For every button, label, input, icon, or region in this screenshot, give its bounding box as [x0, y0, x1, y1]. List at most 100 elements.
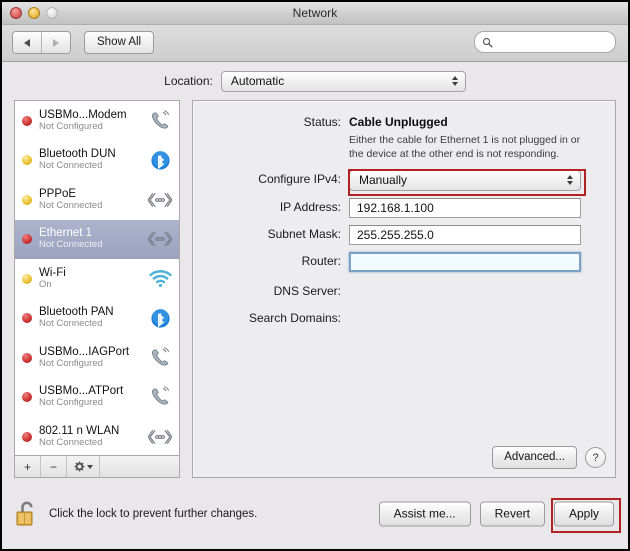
subnet-mask-row: Subnet Mask: 255.255.255.0 [193, 224, 601, 245]
sidebar-item-pppoe[interactable]: PPPoE Not Connected [15, 180, 179, 220]
status-dot-red [22, 392, 32, 403]
sidebar-item-text: USBMo...IAGPort Not Configured [39, 346, 145, 370]
chevron-updown-icon [567, 175, 573, 186]
router-row: Router: [193, 251, 601, 272]
sidebar-item-wi-fi[interactable]: Wi-Fi On [15, 259, 179, 299]
wifi-icon [147, 267, 173, 291]
service-actions-button[interactable] [67, 456, 100, 477]
chevron-updown-icon [451, 76, 458, 86]
zoom-button-icon[interactable] [46, 7, 58, 19]
sidebar-item-label: Bluetooth DUN [39, 148, 116, 161]
sidebar-item-bluetooth-pan[interactable]: Bluetooth PAN Not Connected [15, 299, 179, 339]
revert-button[interactable]: Revert [479, 501, 545, 526]
location-row: Location: Automatic [2, 62, 628, 100]
forward-button[interactable] [41, 32, 70, 53]
ethernet-icon [147, 227, 173, 251]
status-label: Status: [303, 115, 341, 129]
subnet-mask-value: 255.255.255.0 [357, 227, 434, 242]
ip-address-row: IP Address: 192.168.1.100 [193, 197, 601, 218]
search-domains-row: Search Domains: [193, 309, 601, 328]
sidebar-item-ethernet-1[interactable]: Ethernet 1 Not Connected [15, 219, 179, 259]
sidebar-item-status: Not Connected [39, 161, 103, 172]
status-value: Cable Unplugged [349, 115, 448, 129]
sidebar-item-status: Not Connected [39, 319, 103, 330]
sidebar-item-usbmo-iagport[interactable]: USBMo...IAGPort Not Configured [15, 338, 179, 378]
ip-address-field[interactable]: 192.168.1.100 [349, 197, 581, 218]
sidebar-item-label: PPPoE [39, 187, 77, 200]
sidebar-item-text: PPPoE Not Connected [39, 188, 145, 212]
gear-icon [74, 461, 84, 472]
show-all-button[interactable]: Show All [84, 31, 155, 54]
add-service-button[interactable]: + [15, 456, 41, 477]
status-dot-yellow [22, 155, 32, 166]
unlocked-padlock-icon[interactable] [14, 499, 40, 529]
router-field[interactable] [349, 251, 581, 272]
service-detail-pane: Status: Cable Unplugged Either the cable… [192, 100, 616, 478]
sidebar: USBMo...Modem Not Configured Bluetooth DUN… [14, 100, 180, 478]
footer: Click the lock to prevent further change… [2, 478, 628, 549]
location-popup-button[interactable]: Automatic [220, 70, 466, 92]
sidebar-item-802-11-n-wlan[interactable]: 802.11 n WLAN Not Connected [15, 417, 179, 455]
ip-address-label: IP Address: [279, 199, 341, 214]
network-service-list[interactable]: USBMo...Modem Not Configured Bluetooth DUN… [14, 100, 180, 455]
router-label: Router: [301, 253, 341, 268]
modem-phone-icon [147, 385, 173, 409]
sidebar-item-label: Ethernet 1 [39, 227, 93, 240]
sidebar-item-status: On [39, 279, 52, 290]
back-arrow-icon [24, 38, 30, 47]
status-dot-red [22, 431, 32, 442]
window-title: Network [292, 6, 338, 20]
window-titlebar: Network [2, 2, 628, 25]
advanced-button[interactable]: Advanced... [492, 446, 577, 469]
sidebar-item-status: Not Configured [39, 121, 103, 132]
sidebar-item-text: Bluetooth DUN Not Connected [39, 148, 145, 172]
ethernet-icon [147, 188, 173, 212]
status-dot-red [22, 234, 32, 245]
help-button[interactable]: ? [585, 447, 606, 468]
sidebar-item-status: Not Connected [39, 437, 103, 448]
search-field[interactable] [474, 31, 616, 53]
sidebar-item-text: 802.11 n WLAN Not Connected [39, 425, 145, 449]
footer-buttons: Assist me... Revert Apply [378, 501, 614, 526]
sidebar-item-status: Not Configured [39, 398, 103, 409]
forward-arrow-icon [53, 38, 59, 47]
minimize-button-icon[interactable] [28, 7, 40, 19]
sidebar-item-text: USBMo...Modem Not Configured [39, 109, 145, 133]
chevron-down-icon [86, 464, 93, 469]
lock-hint-text: Click the lock to prevent further change… [49, 507, 258, 520]
subnet-mask-field[interactable]: 255.255.255.0 [349, 224, 581, 245]
toolbar: Show All [2, 25, 628, 62]
ip-address-value: 192.168.1.100 [357, 200, 434, 215]
bluetooth-icon [147, 306, 173, 330]
dns-server-row: DNS Server: [193, 282, 601, 301]
search-input[interactable] [493, 36, 615, 48]
sidebar-item-text: Wi-Fi On [39, 267, 145, 291]
sidebar-item-label: Bluetooth PAN [39, 306, 114, 319]
status-dot-yellow [22, 273, 32, 284]
sidebar-item-usbmo-modem[interactable]: USBMo...Modem Not Configured [15, 101, 179, 141]
sidebar-item-usbmo-atport[interactable]: USBMo...ATPort Not Configured [15, 378, 179, 418]
back-button[interactable] [13, 32, 41, 53]
sidebar-item-text: USBMo...ATPort Not Configured [39, 385, 145, 409]
configure-ipv4-row: Configure IPv4: Manually [193, 169, 601, 191]
status-description: Either the cable for Ethernet 1 is not p… [349, 134, 581, 160]
configure-ipv4-label: Configure IPv4: [258, 171, 341, 186]
search-icon [482, 37, 493, 48]
apply-button[interactable]: Apply [553, 501, 614, 526]
location-selected-value: Automatic [230, 74, 285, 88]
configure-ipv4-popup[interactable]: Manually [349, 169, 581, 191]
search-domains-label: Search Domains: [248, 310, 341, 325]
sidebar-item-bluetooth-dun[interactable]: Bluetooth DUN Not Connected [15, 141, 179, 181]
sidebar-item-label: USBMo...Modem [39, 108, 127, 121]
status-row: Status: Cable Unplugged Either the cable… [193, 113, 601, 162]
remove-service-button[interactable]: − [41, 456, 67, 477]
close-button-icon[interactable] [10, 7, 22, 19]
traffic-lights [10, 7, 58, 19]
configure-ipv4-value: Manually [359, 173, 408, 188]
status-dot-red [22, 115, 32, 126]
assist-me-button[interactable]: Assist me... [378, 501, 471, 526]
sidebar-item-label: USBMo...IAGPort [39, 345, 130, 358]
bluetooth-icon [147, 148, 173, 172]
sidebar-item-label: USBMo...ATPort [39, 385, 124, 398]
status-dot-red [22, 352, 32, 363]
